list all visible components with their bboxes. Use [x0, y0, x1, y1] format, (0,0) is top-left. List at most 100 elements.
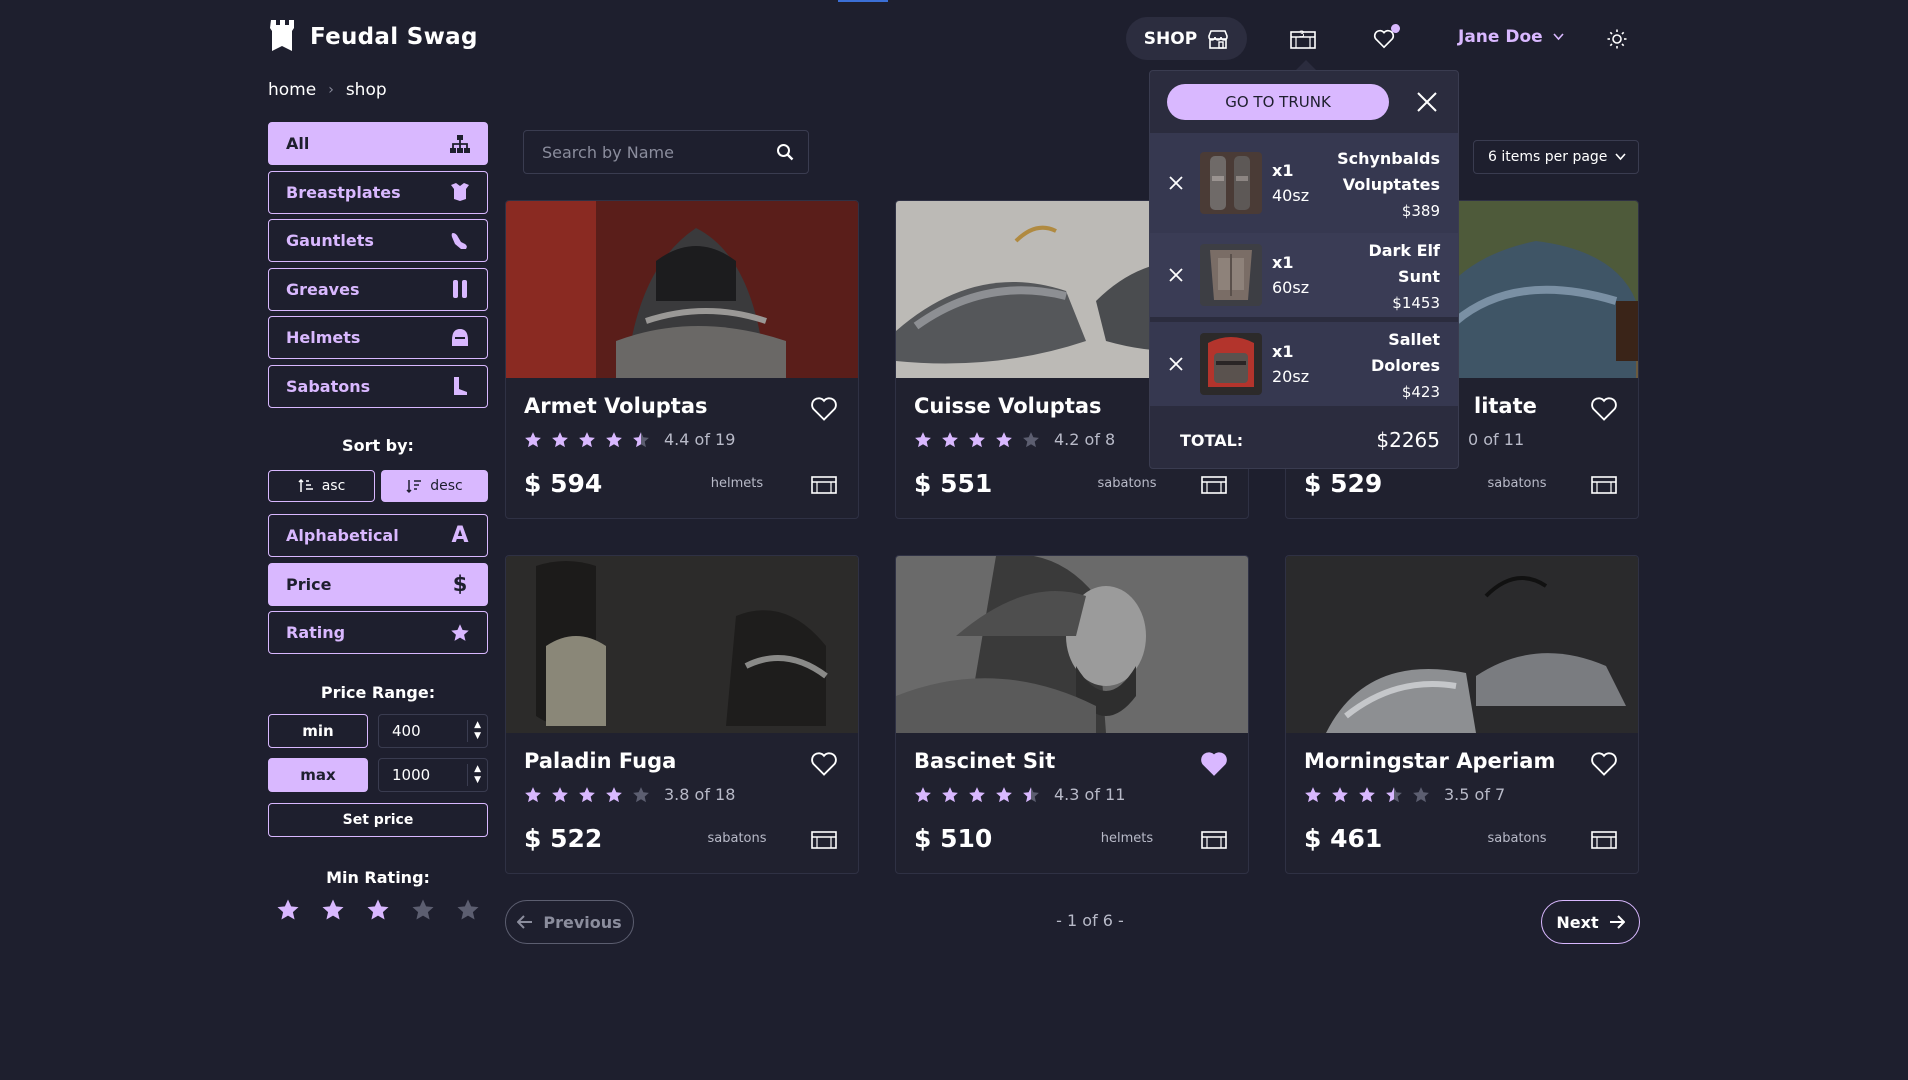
category-label: Gauntlets [286, 231, 374, 250]
theme-toggle-sun-icon[interactable] [1605, 27, 1629, 51]
items-per-page-select[interactable]: 6 items per page [1473, 140, 1639, 174]
star-icon [449, 622, 471, 644]
remove-item-icon[interactable] [1168, 356, 1184, 372]
chevron-down-icon [1553, 33, 1564, 41]
category-greaves[interactable]: Greaves [268, 267, 488, 311]
rating-stars [524, 786, 650, 804]
star-icon [1023, 786, 1039, 802]
product-card[interactable]: Paladin Fuga 3.8 of 18 $ 522 sabatons [505, 555, 859, 874]
search-input[interactable]: Search by Name [523, 130, 809, 174]
min-rating-star-icon[interactable] [366, 898, 390, 922]
arrow-left-icon [517, 915, 533, 929]
product-title[interactable]: Bascinet Sit [914, 749, 1230, 773]
trunk-item: x1 20sz Sallet Dolores $423 [1150, 322, 1458, 406]
product-image[interactable] [896, 556, 1248, 733]
card-footer: $ 529 sabatons [1304, 469, 1618, 498]
heart-icon[interactable] [1590, 751, 1618, 777]
breadcrumb-separator-icon: › [328, 82, 334, 98]
star-icon [1332, 786, 1348, 802]
price-min-input[interactable]: 400 ▲ ▼ [378, 714, 488, 748]
product-card[interactable]: Morningstar Aperiam 3.5 of 7 $ 461 sabatons [1285, 555, 1639, 874]
sort-rating[interactable]: Rating [268, 611, 488, 654]
category-gauntlets[interactable]: Gauntlets [268, 219, 488, 262]
product-image[interactable] [506, 201, 858, 378]
search-icon[interactable] [776, 143, 794, 161]
star-icon [1305, 786, 1321, 802]
next-page-button[interactable]: Next [1541, 900, 1640, 944]
heart-icon[interactable] [1590, 396, 1618, 422]
rating-text: 4.4 of 19 [664, 430, 736, 449]
stepper-arrows-icon[interactable]: ▲ ▼ [467, 720, 481, 742]
category-sabatons[interactable]: Sabatons [268, 364, 488, 408]
product-card[interactable]: Bascinet Sit 4.3 of 11 $ 510 helmets [895, 555, 1249, 874]
trunk-icon[interactable]: 3 [1288, 26, 1318, 52]
add-to-trunk-icon[interactable] [1590, 473, 1618, 495]
heart-icon[interactable] [810, 396, 838, 422]
breadcrumb-home[interactable]: home [268, 80, 316, 100]
remove-item-icon[interactable] [1168, 267, 1184, 283]
product-image[interactable] [1286, 556, 1638, 733]
logo[interactable]: Feudal Swag [268, 18, 478, 56]
star-icon [996, 431, 1012, 447]
next-label: Next [1556, 912, 1599, 932]
set-price-button[interactable]: Set price [268, 803, 488, 837]
product-category: sabatons [707, 831, 767, 846]
min-rating-star-icon[interactable] [276, 898, 300, 922]
add-to-trunk-icon[interactable] [1590, 828, 1618, 850]
card-footer: $ 594 helmets [524, 469, 838, 498]
previous-page-button[interactable]: Previous [505, 900, 634, 944]
star-icon [1413, 786, 1429, 802]
shop-label: SHOP [1143, 28, 1198, 49]
min-rating-star-icon[interactable] [411, 898, 435, 922]
product-category: helmets [710, 476, 764, 491]
shop-button[interactable]: SHOP [1126, 17, 1247, 60]
product-card[interactable]: Armet Voluptas 4.4 of 19 $ 594 helmets [505, 200, 859, 519]
breadcrumb-shop[interactable]: shop [346, 80, 387, 100]
price-max-button[interactable]: max [268, 758, 368, 792]
product-title[interactable]: Paladin Fuga [524, 749, 840, 773]
add-to-trunk-icon[interactable] [810, 828, 838, 850]
stepper-arrows-icon[interactable]: ▲ ▼ [467, 764, 481, 786]
category-all[interactable]: All [268, 122, 488, 165]
product-title[interactable]: Morningstar Aperiam [1304, 749, 1620, 773]
sort-price[interactable]: Price $ [268, 562, 488, 606]
card-footer: $ 461 sabatons [1304, 824, 1618, 853]
go-to-trunk-button[interactable]: GO TO TRUNK [1167, 84, 1389, 120]
arrow-right-icon [1609, 915, 1625, 929]
remove-item-icon[interactable] [1168, 175, 1184, 191]
product-price: $ 529 [1304, 469, 1383, 498]
price-max-input[interactable]: 1000 ▲ ▼ [378, 758, 488, 792]
sort-desc-button[interactable]: desc [381, 470, 488, 502]
min-rating-stars [276, 898, 480, 922]
price-min-button[interactable]: min [268, 714, 368, 748]
min-rating-star-icon[interactable] [456, 898, 480, 922]
heart-icon[interactable] [810, 751, 838, 777]
product-price: $ 522 [524, 824, 603, 853]
category-helmets[interactable]: Helmets [268, 316, 488, 359]
add-to-trunk-icon[interactable] [1200, 473, 1228, 495]
product-image[interactable] [506, 556, 858, 733]
item-thumbnail [1200, 333, 1262, 395]
product-category: sabatons [1097, 476, 1157, 491]
rating-text: 3.8 of 18 [664, 785, 736, 804]
product-title[interactable]: Armet Voluptas [524, 394, 840, 418]
star-icon [633, 786, 649, 802]
add-to-trunk-icon[interactable] [1200, 828, 1228, 850]
min-rating-star-icon[interactable] [321, 898, 345, 922]
item-name: Sallet Dolores [1370, 330, 1440, 375]
star-icon [633, 431, 649, 447]
heart-filled-icon[interactable] [1200, 751, 1228, 777]
trunk-item: x1 40sz Schynbalds Voluptates $389 [1150, 133, 1458, 233]
sort-alphabetical[interactable]: Alphabetical A [268, 514, 488, 557]
close-icon[interactable] [1416, 91, 1438, 113]
page-indicator: - 1 of 6 - [1056, 911, 1124, 930]
user-menu[interactable]: Jane Doe [1458, 27, 1564, 47]
sort-asc-button[interactable]: asc [268, 470, 375, 502]
category-label: Greaves [286, 279, 360, 299]
add-to-trunk-icon[interactable] [810, 473, 838, 495]
rating-stars [1304, 786, 1430, 804]
search-placeholder: Search by Name [542, 142, 674, 162]
category-breastplates[interactable]: Breastplates [268, 170, 488, 214]
item-qty: x1 [1272, 253, 1294, 272]
favorites-icon[interactable] [1371, 24, 1400, 52]
